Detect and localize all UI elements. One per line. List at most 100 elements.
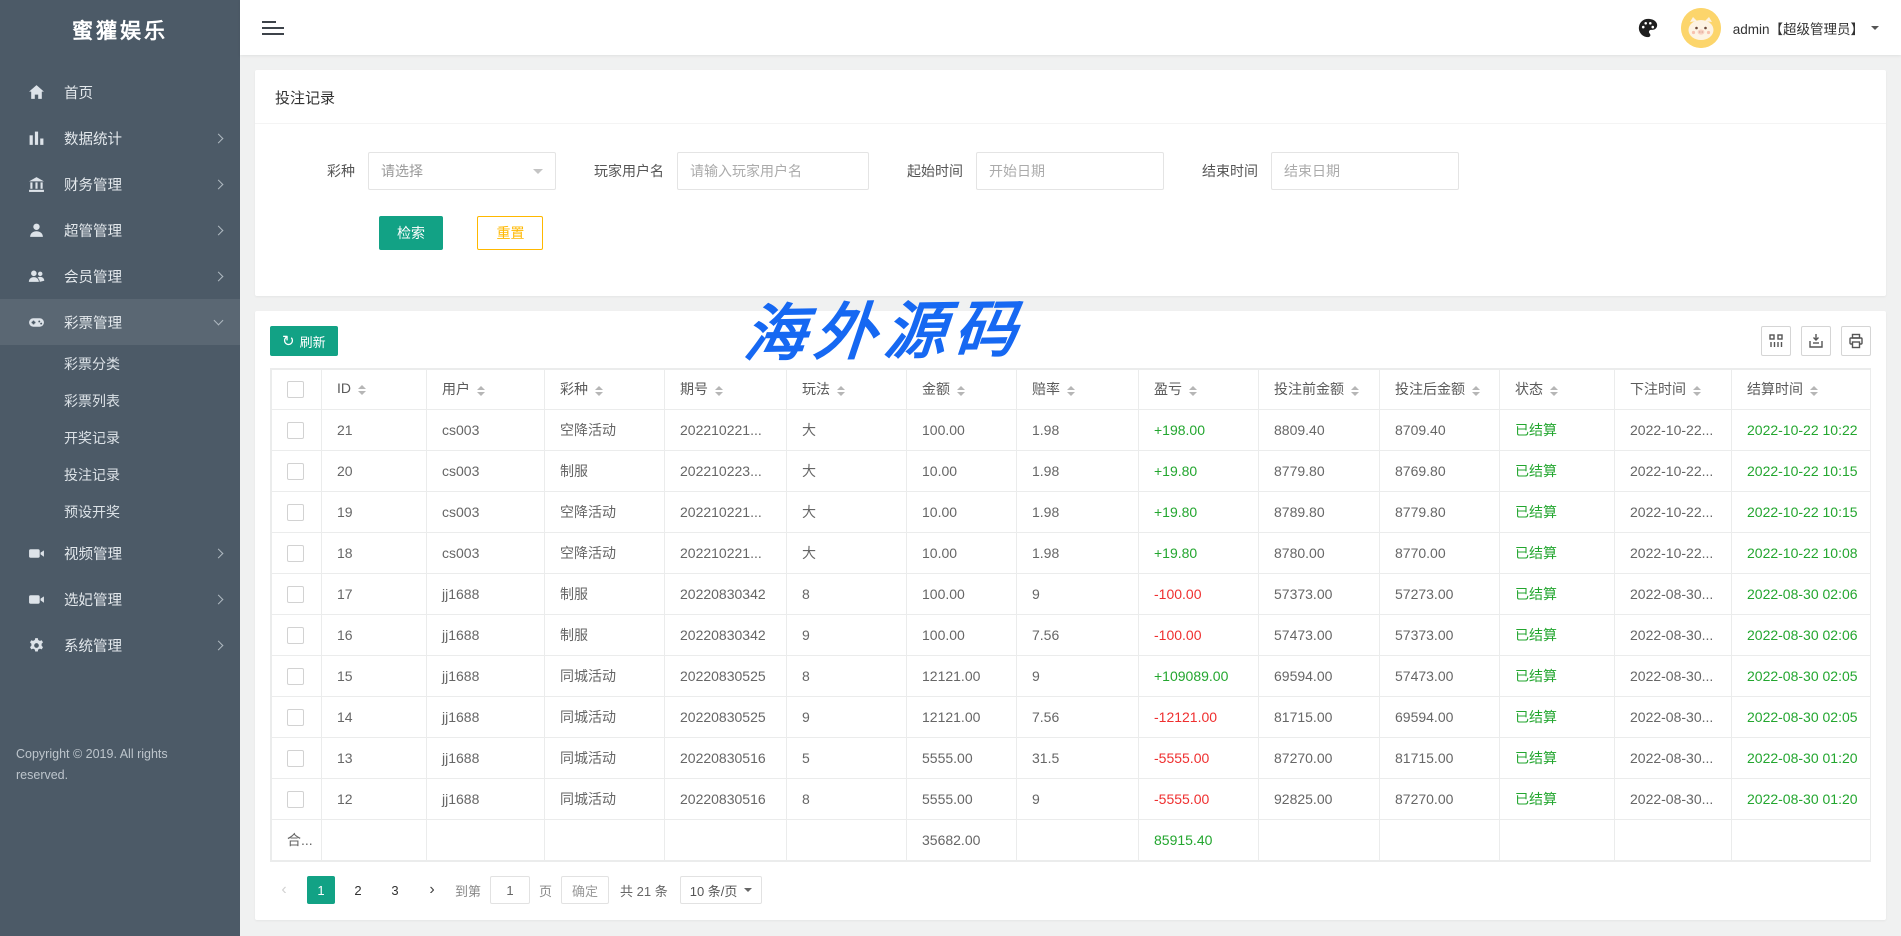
sort-icon[interactable] (715, 382, 723, 400)
cell-odds: 31.5 (1017, 738, 1139, 779)
row-checkbox[interactable] (287, 422, 304, 439)
username-input[interactable] (677, 152, 869, 190)
print-icon[interactable] (1841, 326, 1871, 356)
row-checkbox[interactable] (287, 627, 304, 644)
cell-profit-loss: -5555.00 (1139, 779, 1259, 820)
sort-icon[interactable] (1189, 382, 1197, 400)
sidebar-item[interactable]: 数据统计 (0, 115, 240, 161)
cell-balance-before: 69594.00 (1259, 656, 1380, 697)
sidebar-item[interactable]: 选妃管理 (0, 576, 240, 622)
column-header[interactable]: 期号 (665, 370, 787, 410)
app-root: 蜜獾娱乐 首页 数据统计 财务管理 (0, 0, 1901, 936)
theme-palette-icon[interactable] (1637, 17, 1659, 39)
cell-user: jj1688 (427, 615, 545, 656)
column-header[interactable]: 玩法 (787, 370, 907, 410)
menu-toggle-icon[interactable] (262, 17, 284, 39)
sort-icon[interactable] (595, 382, 603, 400)
row-checkbox[interactable] (287, 545, 304, 562)
column-header[interactable]: 结算时间 (1732, 370, 1872, 410)
table-tool-icons (1761, 326, 1871, 356)
sort-icon[interactable] (1067, 382, 1075, 400)
page-number-label: 1 (317, 883, 324, 898)
cell-user: cs003 (427, 410, 545, 451)
column-header[interactable]: 用户 (427, 370, 545, 410)
lottery-select[interactable]: 请选择 (368, 152, 556, 190)
start-date-input[interactable] (976, 152, 1164, 190)
sort-icon[interactable] (1472, 382, 1480, 400)
confirm-page-button[interactable]: 确定 (561, 876, 609, 904)
sort-icon[interactable] (837, 382, 845, 400)
refresh-icon: ↻ (282, 334, 295, 349)
row-checkbox[interactable] (287, 504, 304, 521)
cell-issue: 20220830516 (665, 738, 787, 779)
column-header[interactable]: 状态 (1500, 370, 1615, 410)
column-header[interactable]: 盈亏 (1139, 370, 1259, 410)
sidebar-item[interactable]: 彩票分类 (0, 345, 240, 382)
total-label: 合... (272, 820, 322, 861)
export-icon[interactable] (1801, 326, 1831, 356)
row-checkbox[interactable] (287, 750, 304, 767)
sidebar-item[interactable]: 首页 (0, 69, 240, 115)
next-page-button[interactable]: › (418, 876, 446, 904)
page-size-select[interactable]: 10 条/页 (680, 876, 763, 904)
sort-icon[interactable] (1810, 382, 1818, 400)
cell-balance-after: 8709.40 (1380, 410, 1500, 451)
goto-page-input[interactable] (490, 876, 530, 904)
cell-odds: 9 (1017, 574, 1139, 615)
sidebar-item[interactable]: 彩票列表 (0, 382, 240, 419)
sort-icon[interactable] (957, 382, 965, 400)
column-header[interactable]: 投注前金额 (1259, 370, 1380, 410)
end-date-input[interactable] (1271, 152, 1459, 190)
column-header[interactable]: 赔率 (1017, 370, 1139, 410)
page-number-button[interactable]: 1 (307, 876, 335, 904)
columns-icon[interactable] (1761, 326, 1791, 356)
cell-balance-before: 92825.00 (1259, 779, 1380, 820)
user-menu[interactable]: admin【超级管理员】 (1733, 18, 1864, 38)
cell-lottery: 制服 (545, 615, 665, 656)
sort-icon[interactable] (1693, 382, 1701, 400)
column-header[interactable]: ID (322, 370, 427, 410)
cell-amount: 12121.00 (907, 656, 1017, 697)
column-header-label: 金额 (922, 381, 950, 397)
page-number-button[interactable]: 2 (344, 876, 372, 904)
column-header[interactable]: 彩种 (545, 370, 665, 410)
cell-settle-time: 2022-10-22 10:08 (1732, 533, 1872, 574)
sort-icon[interactable] (1351, 382, 1359, 400)
sort-icon[interactable] (477, 382, 485, 400)
avatar[interactable] (1681, 8, 1721, 48)
sort-icon[interactable] (1550, 382, 1558, 400)
search-button[interactable]: 检索 (379, 216, 443, 250)
row-checkbox[interactable] (287, 463, 304, 480)
select-all-checkbox[interactable] (287, 381, 304, 398)
username-field: 玩家用户名 (594, 152, 869, 190)
sidebar-item[interactable]: 超管管理 (0, 207, 240, 253)
sidebar-item[interactable]: 预设开奖 (0, 493, 240, 530)
cell-id: 13 (322, 738, 427, 779)
sort-icon[interactable] (358, 381, 366, 399)
row-checkbox[interactable] (287, 791, 304, 808)
page-number-button[interactable]: 3 (381, 876, 409, 904)
sidebar-item[interactable]: 投注记录 (0, 456, 240, 493)
sidebar-item[interactable]: 会员管理 (0, 253, 240, 299)
column-header[interactable]: 金额 (907, 370, 1017, 410)
row-checkbox[interactable] (287, 586, 304, 603)
sidebar-item-label: 数据统计 (64, 128, 122, 149)
goto-label: 到第 (455, 881, 481, 900)
cell-odds: 1.98 (1017, 410, 1139, 451)
column-header[interactable]: 投注后金额 (1380, 370, 1500, 410)
column-header[interactable]: 下注时间 (1615, 370, 1732, 410)
sidebar-item[interactable]: 系统管理 (0, 622, 240, 668)
sidebar-item[interactable]: 视频管理 (0, 530, 240, 576)
sidebar-item[interactable]: 财务管理 (0, 161, 240, 207)
refresh-button[interactable]: ↻ 刷新 (270, 326, 338, 356)
cell-balance-after: 69594.00 (1380, 697, 1500, 738)
prev-page-button[interactable]: ‹ (270, 876, 298, 904)
chevron-icon (214, 133, 224, 143)
row-checkbox[interactable] (287, 668, 304, 685)
row-checkbox[interactable] (287, 709, 304, 726)
user-icon (28, 221, 48, 239)
column-header-label: 玩法 (802, 381, 830, 397)
sidebar-item[interactable]: 彩票管理 (0, 299, 240, 345)
sidebar-item[interactable]: 开奖记录 (0, 419, 240, 456)
reset-button[interactable]: 重置 (477, 216, 543, 250)
